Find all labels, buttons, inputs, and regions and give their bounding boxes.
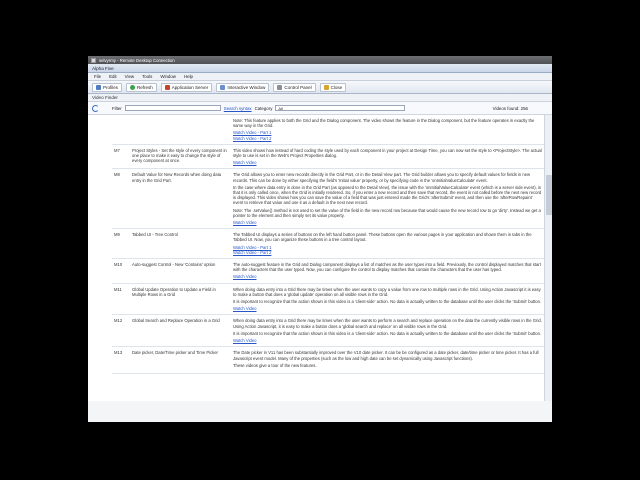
videos-found-label: Videos found: <box>492 105 520 111</box>
video-description: Note: This feature applies to both the G… <box>233 118 544 141</box>
refresh-icon <box>130 84 136 90</box>
video-rows: Note: This feature applies to both the G… <box>112 115 544 374</box>
table-row[interactable]: Note: This feature applies to both the G… <box>112 115 544 145</box>
watch-video-link[interactable]: Watch Video - Part 2 <box>233 136 542 141</box>
video-title: Global Search and Replace Operation in a… <box>132 318 220 324</box>
menu-tools[interactable]: Tools <box>142 74 152 79</box>
videos-found-count: 256 <box>520 105 528 111</box>
close-icon <box>323 84 329 90</box>
video-title <box>132 118 233 141</box>
vertical-scrollbar[interactable] <box>544 115 552 401</box>
category-select[interactable]: All <box>275 105 406 111</box>
table-row[interactable]: M13 Date picker, Date/Time picker and Tim… <box>112 347 544 374</box>
video-description: This video shows how instead of hard cod… <box>233 148 544 166</box>
video-number: M10 <box>114 262 123 268</box>
table-row[interactable]: M8 Default Value for New Records when doi… <box>112 169 544 230</box>
video-description: The Tabbed UI displays a series of butto… <box>233 232 544 255</box>
watch-video-link[interactable]: Watch Video <box>233 220 542 225</box>
watch-video-link[interactable]: Watch Video - Part 2 <box>233 250 542 255</box>
video-title: Tabbed UI - Tree Control <box>132 232 178 238</box>
interactive-window-label: Interactive Window <box>227 84 266 90</box>
description-paragraph: This video shows how instead of hard cod… <box>233 147 542 159</box>
video-description: When doing data entry into a Grid there … <box>233 287 544 312</box>
application-server-label: Application Server <box>171 84 209 90</box>
video-number: M8 <box>114 172 120 178</box>
rdp-title-bar: selvyrmy - Remote Desktop Connection <box>88 56 552 64</box>
video-title: Auto-suggest Control - New 'Contains' op… <box>132 262 216 268</box>
description-paragraph: When doing data entry into a Grid there … <box>233 286 541 297</box>
menu-edit[interactable]: Edit <box>109 74 117 79</box>
filter-input[interactable] <box>124 105 221 111</box>
description-paragraph: The auto-suggest feature in the Grid and… <box>233 262 541 273</box>
video-number: M12 <box>114 318 123 324</box>
videos-found: Videos found: 256 <box>493 106 528 111</box>
profiles-icon <box>96 84 101 90</box>
description-paragraph: The Tabbed UI displays a series of butto… <box>233 232 532 243</box>
description-paragraph: Note: This feature applies to both the G… <box>233 118 535 129</box>
table-row[interactable]: M9 Tabbed UI - Tree Control The Tabbed UI … <box>112 229 544 260</box>
filter-label: Filter <box>112 105 122 111</box>
video-list: Note: This feature applies to both the G… <box>88 115 552 401</box>
video-title: Date picker, Date/Time picker and Time P… <box>132 350 218 356</box>
menu-window[interactable]: Window <box>160 74 176 79</box>
scrollbar-thumb[interactable] <box>546 175 552 215</box>
search-syntax-link[interactable]: Search syntax <box>224 106 252 111</box>
close-button[interactable]: Close <box>319 82 347 92</box>
refresh-label: Refresh <box>137 84 153 90</box>
table-row[interactable]: M12 Global Search and Replace Operation i… <box>112 315 544 348</box>
app-title-bar: Alpha Five <box>88 64 552 73</box>
description-paragraph: These videos give a tour of the new feat… <box>233 362 317 368</box>
video-description: The Grid allows you to enter new records… <box>233 172 544 225</box>
video-description: When doing data entry into a Grid there … <box>233 318 544 343</box>
watch-video-link[interactable]: Watch Video <box>233 274 542 279</box>
app-title: Alpha Five <box>92 65 114 71</box>
application-server-button[interactable]: Application Server <box>160 82 213 92</box>
rdp-title: selvyrmy - Remote Desktop Connection <box>99 57 175 63</box>
description-paragraph: The Grid allows you to enter new records… <box>233 172 531 183</box>
menu-bar: File Edit View Tools Window Help <box>88 73 552 81</box>
video-number: M9 <box>114 232 120 238</box>
watch-video-link[interactable]: Watch Video <box>233 306 542 311</box>
video-description: The Date picker in V11 has been substant… <box>233 350 544 370</box>
video-number: M11 <box>114 286 122 292</box>
interactive-window-button[interactable]: Interactive Window <box>216 82 270 92</box>
refresh-list-icon[interactable] <box>92 104 99 112</box>
remote-desktop-window: selvyrmy - Remote Desktop Connection Alp… <box>88 56 552 422</box>
control-panel-button[interactable]: Control Panel <box>273 82 316 92</box>
menu-help[interactable]: Help <box>184 74 193 79</box>
menu-view[interactable]: View <box>125 74 134 79</box>
profiles-label: Profiles <box>103 84 119 90</box>
category-label: Category <box>254 105 273 111</box>
table-row[interactable]: M7 Project Styles - Set the style of ever… <box>112 145 544 170</box>
application-server-icon <box>164 84 170 90</box>
rdp-icon <box>91 57 96 63</box>
video-number <box>114 118 132 141</box>
control-panel-label: Control Panel <box>284 84 312 90</box>
video-number: M13 <box>114 350 123 356</box>
video-description: The auto-suggest feature in the Grid and… <box>233 262 544 280</box>
watch-video-link[interactable]: Watch Video <box>233 160 542 165</box>
description-paragraph: Note: The .setValue() method is not used… <box>233 207 541 218</box>
table-row[interactable]: M11 Global Update Operation to Update a F… <box>112 284 544 316</box>
description-paragraph: The Date picker in V11 has been substant… <box>233 350 539 361</box>
description-paragraph: When doing data entry into a Grid there … <box>233 318 542 329</box>
video-finder-title: Video Finder <box>88 94 552 102</box>
video-title: Project Styles - Set the style of every … <box>132 147 227 164</box>
profiles-button[interactable]: Profiles <box>92 82 123 92</box>
video-number: M7 <box>114 147 120 153</box>
description-paragraph: It is important to recognize that the ac… <box>233 330 542 336</box>
interactive-window-icon <box>220 84 226 90</box>
toolbar: Profiles Refresh Application Server Inte… <box>88 81 552 94</box>
control-panel-icon <box>277 84 283 90</box>
description-paragraph: It is important to recognize that the ac… <box>233 299 542 305</box>
filter-row: Filter Search syntax Category All Videos… <box>88 102 552 115</box>
video-title: Global Update Operation to Update a Fiel… <box>132 286 216 297</box>
video-title: Default Value for New Records when doing… <box>132 172 222 183</box>
watch-video-link[interactable]: Watch Video <box>233 338 542 343</box>
description-paragraph: In the case where data entry is done in … <box>233 184 542 206</box>
close-label: Close <box>330 84 343 90</box>
table-row[interactable]: M10 Auto-suggest Control - New 'Contains'… <box>112 259 544 284</box>
menu-file[interactable]: File <box>94 74 101 79</box>
refresh-button[interactable]: Refresh <box>126 82 157 92</box>
